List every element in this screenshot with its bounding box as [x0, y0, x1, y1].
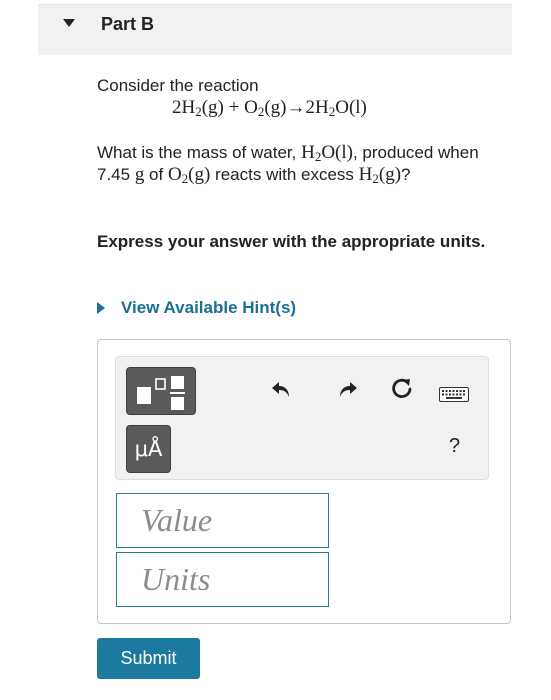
answer-instruction: Express your answer with the appropriate…: [97, 232, 486, 251]
answer-box: μÅ ?: [97, 339, 511, 624]
units-button[interactable]: μÅ: [126, 425, 171, 473]
hints-label[interactable]: View Available Hint(s): [121, 298, 296, 318]
problem-question: What is the mass of water, H2O(l), produ…: [97, 142, 479, 186]
part-header[interactable]: Part B: [38, 5, 512, 55]
value-field[interactable]: [116, 493, 329, 548]
problem-intro: Consider the reaction: [97, 76, 259, 95]
redo-icon[interactable]: [338, 381, 358, 399]
math-toolbar: μÅ ?: [115, 356, 489, 480]
part-title: Part B: [101, 14, 155, 34]
reset-icon[interactable]: [390, 377, 414, 401]
templates-icon: [137, 376, 185, 410]
caret-right-icon: [97, 302, 105, 314]
undo-icon[interactable]: [271, 381, 291, 399]
reaction-equation: 2H2(g) + O2(g)→2H2O(l): [172, 97, 367, 119]
value-input[interactable]: [117, 494, 328, 547]
units-field[interactable]: [116, 552, 329, 607]
units-input[interactable]: [117, 553, 328, 606]
templates-button[interactable]: [126, 367, 196, 415]
keyboard-icon[interactable]: [439, 387, 469, 402]
help-icon[interactable]: ?: [449, 435, 460, 458]
caret-down-icon[interactable]: [63, 19, 75, 27]
submit-button[interactable]: Submit: [97, 638, 200, 679]
